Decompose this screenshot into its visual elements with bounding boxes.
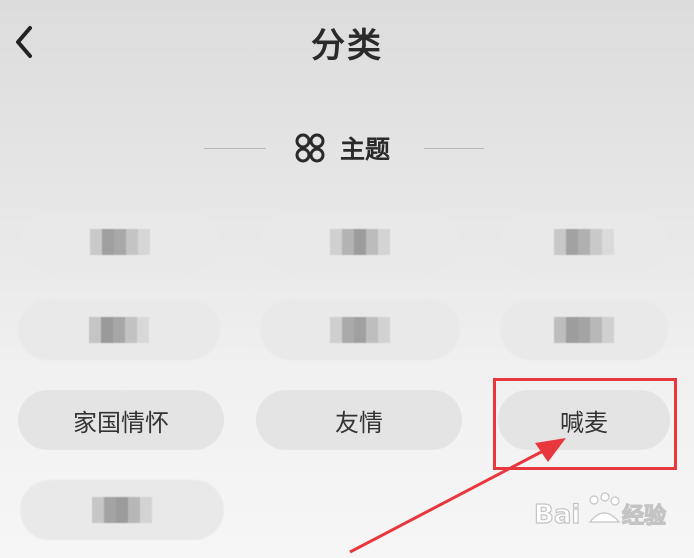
category-chip-2[interactable] [260, 212, 460, 272]
grid-four-circles-icon [295, 133, 325, 163]
pixelated-label [330, 229, 390, 255]
section-header: 主题 [0, 128, 694, 168]
baidu-jingyan-watermark: Bai 经验 [534, 492, 667, 531]
category-chip-youqing[interactable]: 友情 [256, 390, 462, 450]
category-chip-3[interactable] [500, 212, 668, 272]
pixelated-label [90, 229, 150, 255]
page-title: 分类 [311, 26, 383, 66]
category-label: 家国情怀 [73, 408, 169, 437]
category-chip-1[interactable] [20, 212, 220, 272]
category-chip-5[interactable] [260, 300, 460, 360]
pixelated-label [330, 317, 390, 343]
pixelated-label [92, 497, 152, 523]
pixelated-label [89, 317, 149, 343]
arrow-pointer-icon [349, 438, 566, 554]
svg-text:经验: 经验 [622, 503, 666, 529]
category-label: 友情 [335, 408, 383, 437]
divider-left [204, 148, 266, 149]
pixelated-label [554, 317, 614, 343]
svg-text:Bai: Bai [534, 500, 580, 530]
category-chip-6[interactable] [500, 300, 668, 360]
category-chip-jiaguo-qinghuai[interactable]: 家国情怀 [18, 390, 224, 450]
category-chip-4[interactable] [18, 300, 220, 360]
section-title: 主题 [340, 135, 391, 164]
divider-right [424, 148, 484, 149]
highlight-box [493, 378, 677, 470]
category-chip-10[interactable] [20, 480, 224, 540]
pixelated-label [554, 229, 614, 255]
